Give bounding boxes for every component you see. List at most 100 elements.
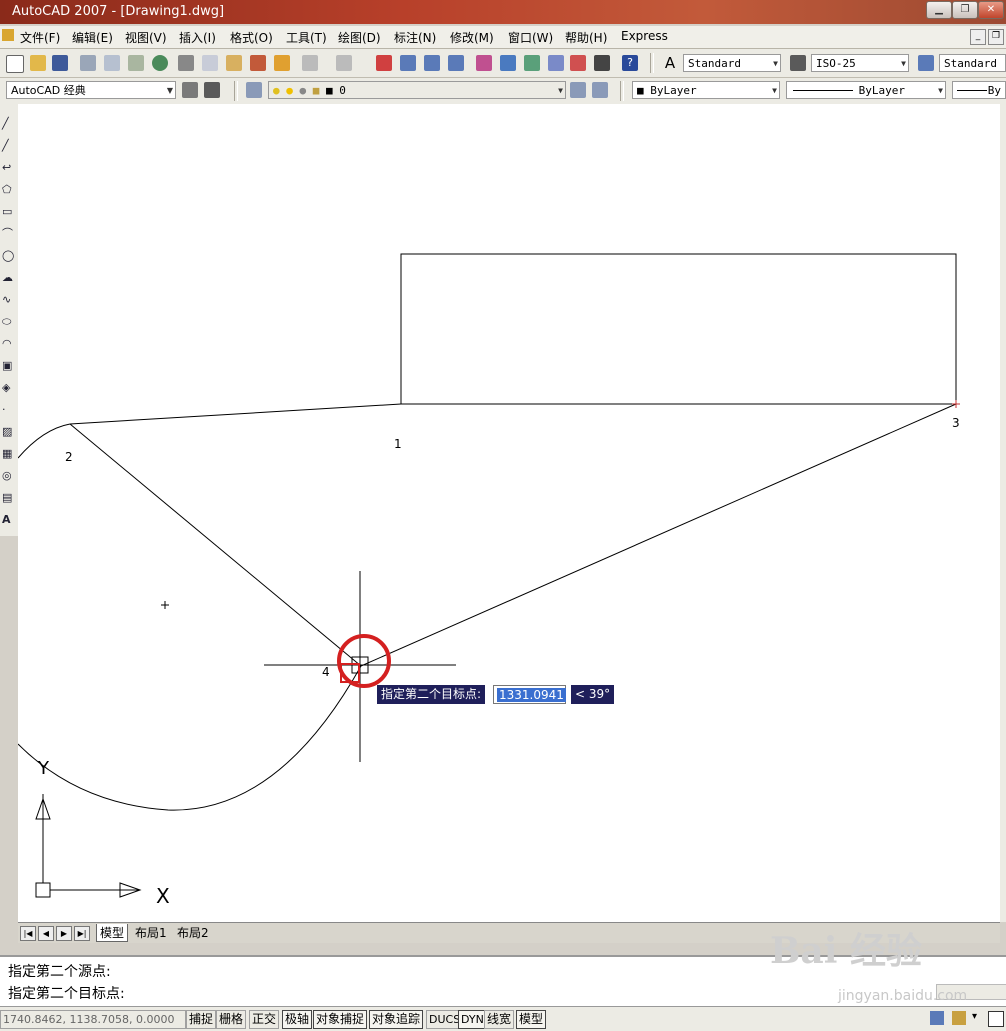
minimize-button[interactable]: ▁: [926, 1, 952, 19]
first-tab-button[interactable]: |◀: [20, 926, 36, 941]
multiline-text-icon[interactable]: A: [2, 514, 14, 526]
doc-restore-button[interactable]: ❐: [988, 29, 1004, 45]
arc-shape[interactable]: [18, 423, 71, 459]
table-style-icon[interactable]: [918, 55, 934, 71]
new-icon[interactable]: [6, 55, 24, 73]
polar-toggle[interactable]: 极轴: [282, 1010, 313, 1029]
osnap-toggle[interactable]: 对象捕捉: [313, 1010, 368, 1029]
dynamic-input-distance[interactable]: 1331.0941: [493, 685, 566, 704]
menu-draw[interactable]: 绘图(D): [338, 29, 381, 46]
maximize-button[interactable]: ❐: [952, 1, 978, 19]
print-icon[interactable]: [80, 55, 96, 71]
menu-file[interactable]: 文件(F): [20, 29, 60, 46]
snap-toggle[interactable]: 捕捉: [186, 1010, 217, 1029]
open-icon[interactable]: [30, 55, 46, 71]
undo-icon[interactable]: [302, 55, 318, 71]
match-properties-icon[interactable]: [250, 55, 266, 71]
menu-express[interactable]: Express: [621, 29, 668, 43]
dim-style-icon[interactable]: [790, 55, 806, 71]
menu-dimension[interactable]: 标注(N): [394, 29, 436, 46]
make-block-icon[interactable]: ◈: [2, 382, 14, 394]
table-style-select[interactable]: Standard: [939, 54, 1006, 72]
menu-window[interactable]: 窗口(W): [508, 29, 553, 46]
design-center-icon[interactable]: [500, 55, 516, 71]
circle-icon[interactable]: ◯: [2, 250, 14, 262]
close-button[interactable]: ✕: [978, 1, 1004, 19]
grid-toggle[interactable]: 栅格: [216, 1010, 247, 1029]
region-icon[interactable]: ◎: [2, 470, 14, 482]
make-object-layer-current-icon[interactable]: [570, 82, 586, 98]
color-select[interactable]: ■ ByLayer ▼: [632, 81, 780, 99]
layer-manager-icon[interactable]: [246, 82, 262, 98]
tool-palettes-icon[interactable]: [524, 55, 540, 71]
prev-tab-button[interactable]: ◀: [38, 926, 54, 941]
menu-edit[interactable]: 编辑(E): [72, 29, 113, 46]
drawing-area[interactable]: 1 2 3 4 Y X: [18, 104, 1000, 922]
menu-modify[interactable]: 修改(M): [450, 29, 494, 46]
globe-icon[interactable]: [152, 55, 168, 71]
table-icon[interactable]: ▤: [2, 492, 14, 504]
workspace-save-icon[interactable]: [204, 82, 220, 98]
model-toggle[interactable]: 模型: [516, 1010, 547, 1029]
sheet-set-icon[interactable]: [548, 55, 564, 71]
menu-view[interactable]: 视图(V): [125, 29, 167, 46]
redo-icon[interactable]: [336, 55, 352, 71]
lineweight-select[interactable]: By: [952, 81, 1006, 99]
arc-shape[interactable]: [18, 665, 362, 811]
ortho-toggle[interactable]: 正交: [249, 1010, 280, 1029]
otrack-toggle[interactable]: 对象追踪: [369, 1010, 424, 1029]
markup-icon[interactable]: [570, 55, 586, 71]
line-segment[interactable]: [69, 403, 402, 425]
publish-icon[interactable]: [128, 55, 144, 71]
construction-line-icon[interactable]: ╱: [2, 140, 14, 152]
ellipse-icon[interactable]: ⬭: [2, 316, 14, 328]
workspace-select[interactable]: AutoCAD 经典 ▼: [6, 81, 176, 99]
zoom-window-icon[interactable]: [424, 55, 440, 71]
last-tab-button[interactable]: ▶|: [74, 926, 90, 941]
line-icon[interactable]: ╱: [2, 118, 14, 130]
menu-tools[interactable]: 工具(T): [286, 29, 327, 46]
ellipse-arc-icon[interactable]: ◠: [2, 338, 14, 350]
spline-icon[interactable]: ∿: [2, 294, 14, 306]
plot-preview-icon[interactable]: [104, 55, 120, 71]
gradient-icon[interactable]: ▦: [2, 448, 14, 460]
menu-format[interactable]: 格式(O): [230, 29, 273, 46]
layer-select[interactable]: ● ● ● ■ ■ 0 ▼: [268, 81, 566, 99]
revision-cloud-icon[interactable]: ☁: [2, 272, 14, 284]
copy-icon[interactable]: [202, 55, 218, 71]
workspace-settings-icon[interactable]: [182, 82, 198, 98]
line-segment[interactable]: [69, 423, 362, 667]
dyn-toggle[interactable]: DYN: [458, 1010, 487, 1029]
menu-insert[interactable]: 插入(I): [179, 29, 216, 46]
chevron-down-icon[interactable]: ▾: [972, 1011, 977, 1022]
text-style-select[interactable]: Standard ▼: [683, 54, 781, 72]
communication-center-icon[interactable]: [930, 1011, 944, 1025]
rectangle-shape[interactable]: [400, 253, 957, 405]
polygon-icon[interactable]: ⬠: [2, 184, 14, 196]
dim-style-select[interactable]: ISO-25 ▼: [811, 54, 909, 72]
layer-previous-icon[interactable]: [592, 82, 608, 98]
drawing-svg[interactable]: [18, 104, 1000, 922]
tab-layout1[interactable]: 布局1: [132, 924, 170, 941]
tab-model[interactable]: 模型: [96, 924, 129, 942]
next-tab-button[interactable]: ▶: [56, 926, 72, 941]
hatch-icon[interactable]: ▨: [2, 426, 14, 438]
arc-icon[interactable]: ⌒: [2, 228, 14, 240]
polyline-icon[interactable]: ↩: [2, 162, 14, 174]
zoom-realtime-icon[interactable]: [400, 55, 416, 71]
insert-block-icon[interactable]: ▣: [2, 360, 14, 372]
doc-minimize-button[interactable]: _: [970, 29, 986, 45]
save-icon[interactable]: [52, 55, 68, 71]
lock-icon[interactable]: [952, 1011, 966, 1025]
clean-screen-icon[interactable]: [988, 1011, 1004, 1027]
dynamic-input-angle[interactable]: < 39°: [571, 685, 615, 704]
line-segment[interactable]: [360, 403, 957, 667]
command-prompt-line[interactable]: 指定第二个目标点:: [8, 983, 125, 1003]
rectangle-icon[interactable]: ▭: [2, 206, 14, 218]
block-editor-icon[interactable]: [274, 55, 290, 71]
paste-icon[interactable]: [226, 55, 242, 71]
linetype-select[interactable]: ByLayer ▼: [786, 81, 946, 99]
calculator-icon[interactable]: [594, 55, 610, 71]
properties-icon[interactable]: [476, 55, 492, 71]
tab-layout2[interactable]: 布局2: [174, 924, 212, 941]
